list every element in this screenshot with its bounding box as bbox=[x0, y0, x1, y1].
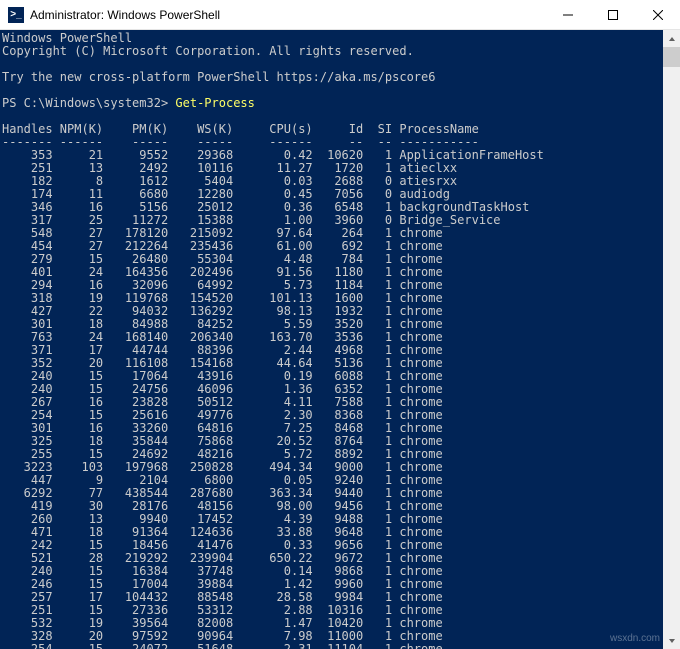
scroll-track[interactable] bbox=[663, 47, 680, 632]
powershell-icon: >_ bbox=[8, 7, 24, 23]
close-button[interactable] bbox=[635, 0, 680, 29]
maximize-button[interactable] bbox=[590, 0, 635, 29]
window-title: Administrator: Windows PowerShell bbox=[30, 8, 545, 22]
vertical-scrollbar[interactable] bbox=[663, 30, 680, 649]
scroll-down-button[interactable] bbox=[663, 632, 680, 649]
minimize-button[interactable] bbox=[545, 0, 590, 29]
scroll-up-button[interactable] bbox=[663, 30, 680, 47]
scroll-thumb[interactable] bbox=[663, 47, 680, 67]
window-controls bbox=[545, 0, 680, 29]
terminal-output[interactable]: Windows PowerShell Copyright (C) Microso… bbox=[0, 30, 680, 649]
window-titlebar: >_ Administrator: Windows PowerShell bbox=[0, 0, 680, 30]
watermark: wsxdn.com bbox=[610, 632, 660, 645]
